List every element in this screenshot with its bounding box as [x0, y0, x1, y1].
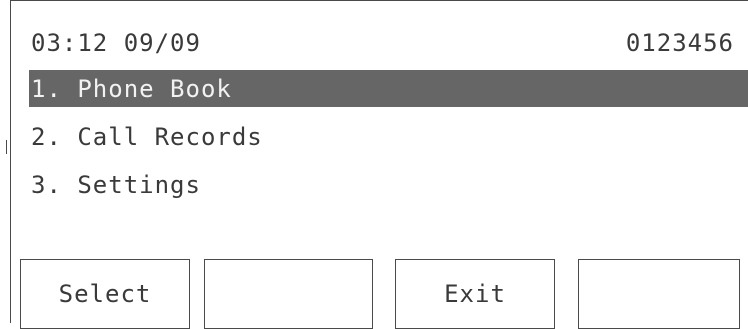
- clock-time: 03:12: [31, 29, 109, 57]
- menu-item-call-records[interactable]: 2. Call Records: [29, 118, 748, 155]
- select-softkey[interactable]: Select: [20, 259, 190, 329]
- softkey-label: Select: [58, 280, 152, 308]
- menu-item-label: 2. Call Records: [31, 122, 263, 151]
- menu-item-label: 1. Phone Book: [31, 74, 232, 103]
- softkey-bar: Select Exit: [20, 259, 740, 329]
- datetime: 03:12 09/09: [31, 29, 201, 57]
- date: 09/09: [123, 29, 201, 57]
- menu-item-label: 3. Settings: [31, 170, 201, 199]
- status-bar: 03:12 09/09 0123456: [31, 25, 734, 61]
- main-menu: 1. Phone Book 2. Call Records 3. Setting…: [29, 70, 748, 214]
- bezel-notch: [6, 140, 10, 154]
- menu-item-phone-book[interactable]: 1. Phone Book: [29, 70, 748, 107]
- softkey-label: Exit: [444, 280, 506, 308]
- softkey-4[interactable]: [578, 259, 740, 329]
- exit-softkey[interactable]: Exit: [395, 259, 555, 329]
- softkey-2[interactable]: [204, 259, 373, 329]
- menu-item-settings[interactable]: 3. Settings: [29, 166, 748, 203]
- phone-number: 0123456: [625, 29, 734, 57]
